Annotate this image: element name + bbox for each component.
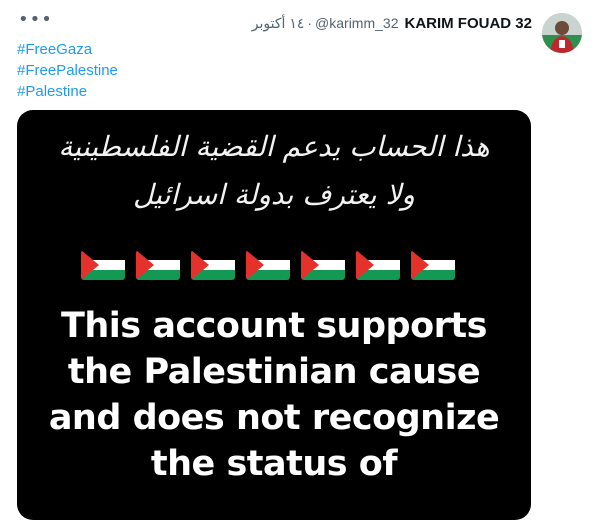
- hashtag-link[interactable]: #Palestine: [17, 81, 118, 102]
- avatar-image: [542, 13, 582, 53]
- tweet: ••• KARIM FOUAD 32 @karimm_32 · ١٤ أكتوب…: [0, 0, 600, 520]
- palestine-flag-icon: [191, 250, 235, 280]
- avatar[interactable]: [542, 13, 582, 53]
- hashtag-link[interactable]: #FreePalestine: [17, 60, 118, 81]
- palestine-flag-icon: [411, 250, 455, 280]
- image-arabic-line: ولا يعترف بدولة اسرائيل: [133, 178, 415, 211]
- hashtag-list: #FreeGaza #FreePalestine #Palestine: [17, 39, 118, 102]
- more-icon[interactable]: •••: [18, 8, 52, 32]
- tweet-date[interactable]: ١٤ أكتوبر: [252, 15, 305, 32]
- image-english-line: the Palestinian cause: [67, 352, 481, 392]
- palestine-flag-icon: [246, 250, 290, 280]
- image-english-line: and does not recognize: [48, 398, 500, 438]
- tweet-image[interactable]: هذا الحساب يدعم القضية الفلسطينية ولا يع…: [17, 110, 531, 520]
- author-name[interactable]: KARIM FOUAD 32: [404, 15, 532, 32]
- author-handle[interactable]: @karimm_32: [315, 15, 398, 31]
- image-english-line: This account supports: [61, 306, 487, 346]
- hashtag-link[interactable]: #FreeGaza: [17, 39, 118, 60]
- separator: ·: [307, 15, 313, 31]
- tweet-header: KARIM FOUAD 32 @karimm_32 · ١٤ أكتوبر: [252, 13, 532, 33]
- image-english-line: the status of: [150, 444, 398, 484]
- palestine-flag-icon: [81, 250, 125, 280]
- image-arabic-line: هذا الحساب يدعم القضية الفلسطينية: [58, 130, 490, 163]
- palestine-flag-icon: [136, 250, 180, 280]
- palestine-flag-icon: [301, 250, 345, 280]
- palestine-flag-icon: [356, 250, 400, 280]
